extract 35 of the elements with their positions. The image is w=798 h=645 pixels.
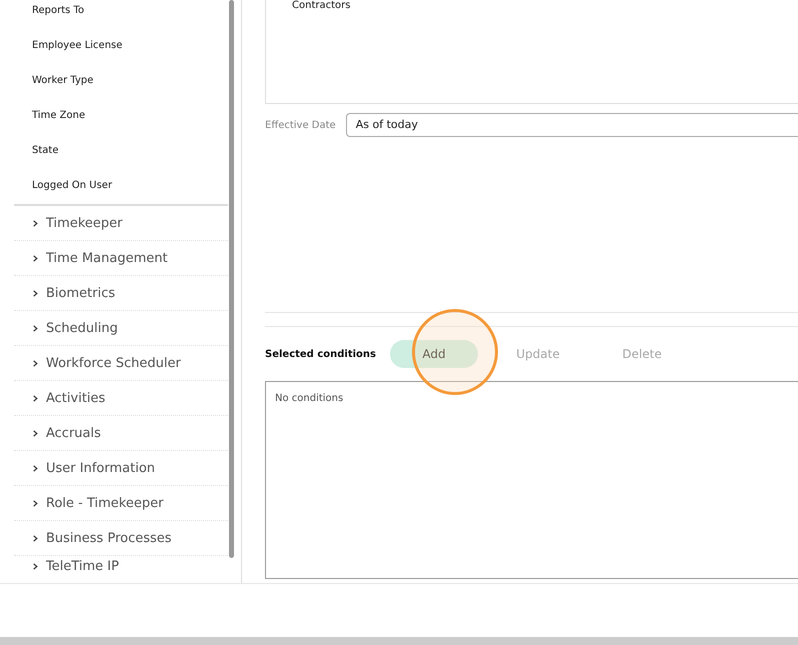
sidebar-field-label[interactable]: Worker Type [14,70,228,105]
sidebar-field-label[interactable]: Reports To [14,0,228,35]
list-box[interactable]: Contractors [265,0,798,104]
chevron-icon [32,464,39,472]
chevron-icon [32,562,39,570]
sidebar-section[interactable]: Accruals [14,416,228,451]
chevron-icon [32,220,39,226]
section-title: Selected conditions [265,348,377,360]
chevron-icon [32,430,39,436]
sidebar-section[interactable]: Workforce Scheduler [14,346,228,381]
empty-message: No conditions [275,393,344,404]
chevron-icon [32,394,39,402]
chevron-icon [32,500,39,506]
list-item[interactable]: Contractors [292,0,798,11]
sidebar-field-label[interactable]: Employee License [14,35,228,70]
sidebar-section[interactable]: Biometrics [14,276,228,311]
chevron-icon [32,324,39,332]
effective-date-select[interactable]: As of today [346,113,798,137]
action-button[interactable]: Add [390,340,478,368]
sidebar-section[interactable]: Role - Timekeeper [14,486,228,521]
chevron-icon [32,360,39,366]
sidebar-field-label[interactable]: Time Zone [14,105,228,140]
field-label: Effective Date [265,120,336,130]
sidebar-section[interactable]: User Information [14,451,228,486]
sidebar-section[interactable]: Timekeeper [14,206,228,241]
sidebar-field-label[interactable]: State [14,140,228,175]
sidebar-section[interactable]: Business Processes [14,521,228,556]
sidebar-section[interactable]: Scheduling [14,311,228,346]
sidebar-section[interactable]: Time Management [14,241,228,276]
sidebar-section[interactable]: Activities [14,381,228,416]
chevron-icon [32,254,39,262]
chevron-icon [32,290,39,296]
scrollbar[interactable] [229,0,234,558]
chevron-icon [32,534,39,542]
sidebar-section[interactable]: TeleTime IP [14,556,228,576]
